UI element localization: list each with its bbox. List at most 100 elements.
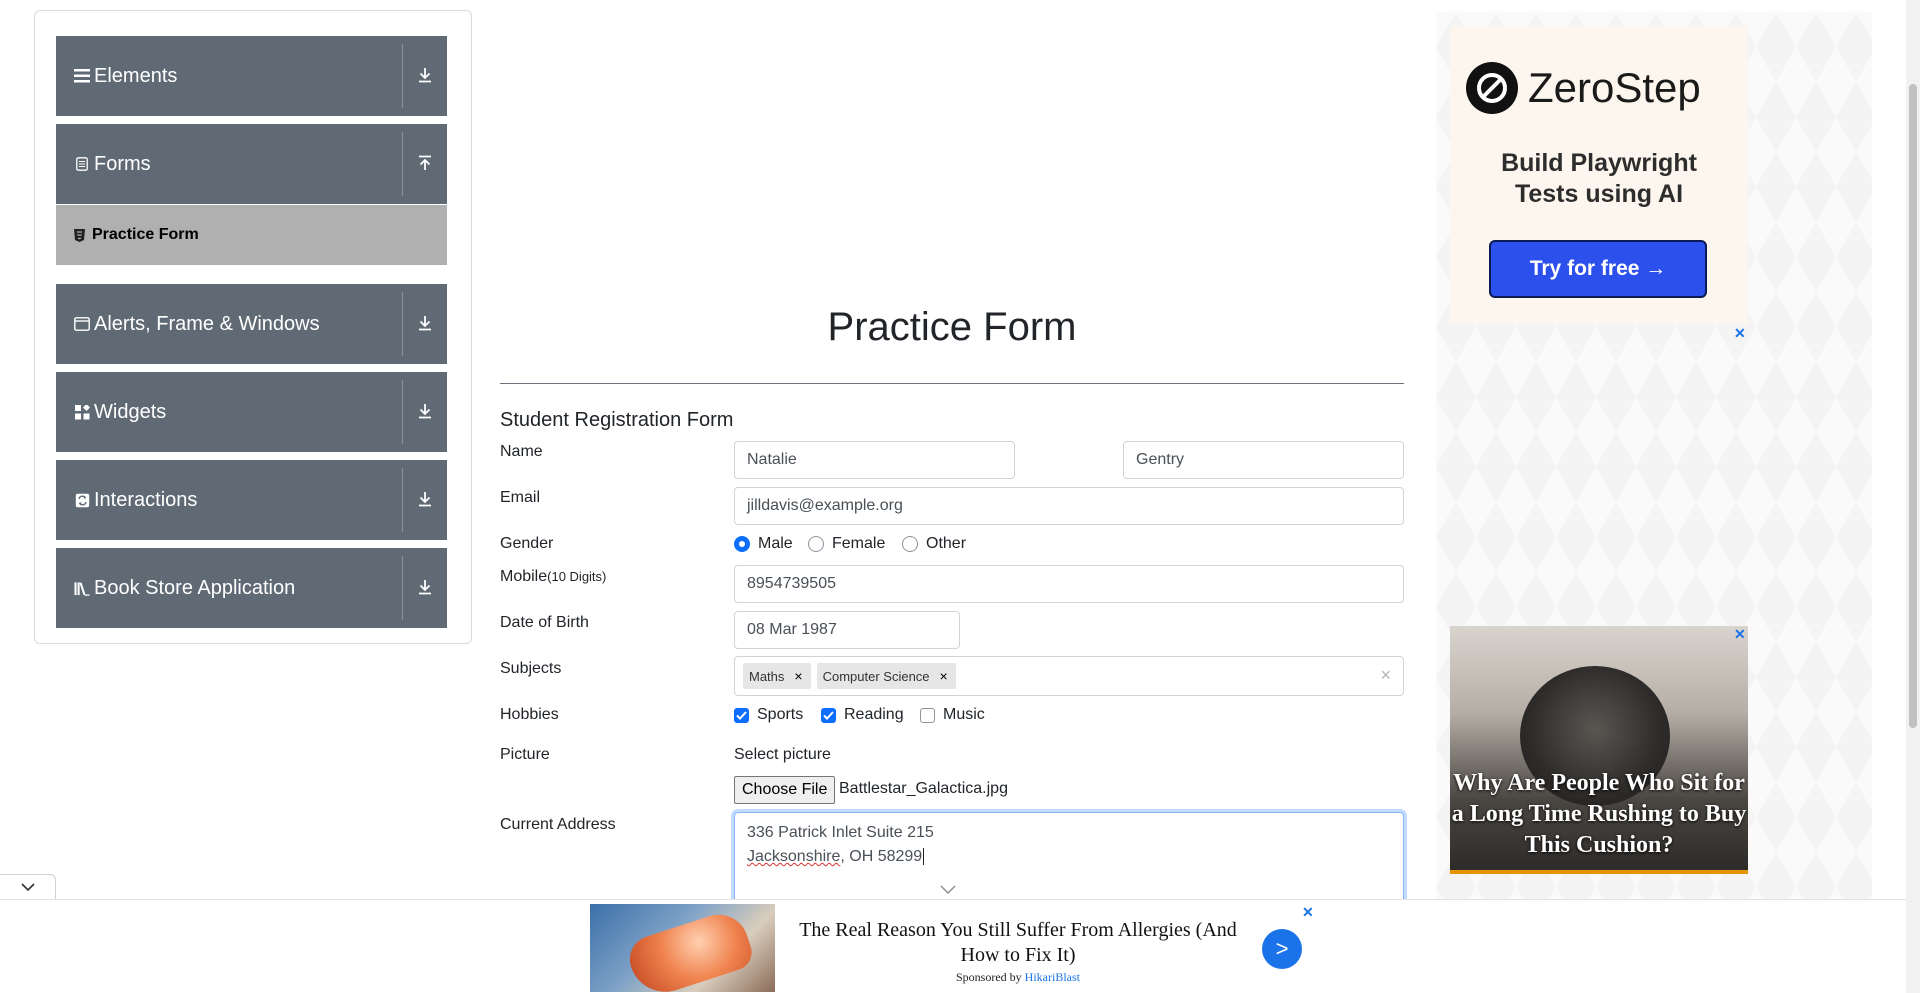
sidebar-item-practice-form[interactable]: Practice Form [56, 205, 447, 265]
divider [402, 556, 403, 620]
sidebar-group-label: Forms [94, 152, 151, 175]
hobbies-label: Hobbies [500, 706, 559, 723]
divider [402, 292, 403, 356]
zerostep-logo: ZeroStep [1466, 62, 1701, 114]
checkbox-label: Reading [844, 706, 904, 723]
close-icon[interactable]: ✕ [1302, 904, 1314, 921]
cushion-ad[interactable]: Why Are People Who Sit for a Long Time R… [1450, 626, 1748, 874]
gender-radio-male[interactable]: Male [734, 535, 793, 553]
hobby-checkbox-sports[interactable]: Sports [734, 706, 803, 724]
allergy-ad-image [590, 904, 775, 992]
scrollbar-thumb[interactable] [1909, 84, 1917, 728]
mobile-label: Mobile(10 Digits) [500, 568, 607, 585]
subject-chip-label: Computer Science [822, 668, 930, 684]
subject-chip-label: Maths [749, 668, 785, 684]
email-label: Email [500, 489, 541, 506]
chevron-down-icon [940, 882, 956, 900]
dob-label: Date of Birth [500, 614, 589, 631]
checkbox-label: Sports [757, 706, 804, 723]
sidebar-group-book-store[interactable]: Book Store Application [56, 548, 447, 628]
zerostep-logo-icon [1466, 62, 1518, 114]
subject-chip: Computer Science × [816, 663, 956, 689]
sidebar-group-elements[interactable]: Elements [56, 36, 447, 116]
sidebar-item-label: Practice Form [92, 226, 199, 243]
radio-label: Male [758, 535, 793, 552]
checkbox-unchecked-icon [920, 707, 935, 723]
checkbox-checked-icon [821, 707, 836, 723]
mobile-input[interactable]: 8954739505 [734, 565, 1404, 603]
upload-icon[interactable] [413, 150, 437, 176]
gender-radio-female[interactable]: Female [808, 535, 885, 553]
widgets-icon [74, 404, 90, 420]
current-address-textarea[interactable]: 336 Patrick Inlet Suite 215 Jacksonshire… [734, 812, 1404, 912]
zerostep-tagline: Build Playwright Tests using AI [1501, 149, 1697, 208]
remove-icon[interactable]: × [936, 668, 956, 684]
subjects-input[interactable]: Maths × Computer Science × × [734, 656, 1404, 696]
sidebar-group-interactions[interactable]: Interactions [56, 460, 447, 540]
choose-file-button[interactable]: Choose File [734, 776, 836, 804]
select-picture-label: Select picture [734, 746, 831, 763]
sidebar-group-label: Book Store Application [94, 576, 296, 599]
gender-radio-other[interactable]: Other [902, 535, 966, 553]
divider [402, 468, 403, 532]
checkbox-label: Music [943, 706, 985, 723]
sidebar-group-label: Alerts, Frame & Windows [94, 312, 320, 335]
try-for-free-button[interactable]: Try for free → [1489, 240, 1707, 298]
page-title: Practice Form [827, 305, 1077, 349]
gender-label: Gender [500, 535, 554, 552]
hobby-checkbox-music[interactable]: Music [920, 706, 985, 724]
page-scrollbar[interactable] [1906, 0, 1920, 993]
download-icon[interactable] [413, 398, 437, 424]
sidebar-group-label: Elements [94, 64, 178, 87]
sidebar-group-label: Widgets [94, 400, 167, 423]
checkbox-checked-icon [734, 707, 749, 723]
mobile-hint: (10 Digits) [547, 569, 607, 584]
download-icon[interactable] [413, 62, 437, 88]
close-icon[interactable]: ✕ [1734, 325, 1746, 342]
hobby-checkbox-reading[interactable]: Reading [821, 706, 904, 724]
divider [500, 383, 1404, 384]
selected-file-name: Battlestar_Galactica.jpg [839, 780, 1008, 797]
sponsor-link[interactable]: HikariBlast [1025, 970, 1080, 984]
subject-chip: Maths × [743, 663, 811, 689]
zerostep-ad[interactable]: ZeroStep Build Playwright Tests using AI… [1450, 26, 1748, 324]
remove-icon[interactable]: × [790, 668, 810, 684]
radio-label: Other [926, 535, 967, 552]
radio-selected-icon [734, 536, 750, 552]
divider [402, 132, 403, 196]
dob-input[interactable]: 08 Mar 1987 [734, 611, 960, 649]
address-label: Current Address [500, 816, 616, 833]
chevron-down-icon [20, 882, 35, 891]
clear-icon[interactable]: × [1380, 665, 1391, 686]
interactions-icon [74, 492, 90, 508]
email-input[interactable]: jilldavis@example.org [734, 487, 1404, 525]
bottom-ad-go-button[interactable]: > [1262, 929, 1302, 969]
close-icon[interactable]: ✕ [1734, 626, 1746, 643]
divider [402, 44, 403, 108]
radio-unselected-icon [902, 536, 918, 552]
collapse-ad-button[interactable] [0, 874, 56, 900]
address-line-1: 336 Patrick Inlet Suite 215 [747, 824, 934, 841]
subjects-label: Subjects [500, 660, 562, 677]
bottom-ad-banner[interactable]: The Real Reason You Still Suffer From Al… [0, 899, 1906, 993]
divider [402, 380, 403, 444]
zerostep-brand: ZeroStep [1528, 64, 1701, 111]
sidebar-group-alerts[interactable]: Alerts, Frame & Windows [56, 284, 447, 364]
address-line-2: Jacksonshire, OH 58299 [747, 848, 925, 865]
sidebar-group-widgets[interactable]: Widgets [56, 372, 447, 452]
last-name-input[interactable]: Gentry [1123, 441, 1404, 479]
download-icon[interactable] [413, 574, 437, 600]
ad-accent-bar [1450, 870, 1748, 874]
document-icon [74, 156, 90, 172]
first-name-input[interactable]: Natalie [734, 441, 1015, 479]
sidebar-group-forms[interactable]: Forms [56, 124, 447, 204]
bottom-ad-headline[interactable]: The Real Reason You Still Suffer From Al… [788, 918, 1248, 968]
download-icon[interactable] [413, 486, 437, 512]
form-heading: Student Registration Form [500, 409, 734, 431]
name-label: Name [500, 443, 543, 460]
hamburger-icon [74, 68, 90, 84]
radio-unselected-icon [808, 536, 824, 552]
picture-label: Picture [500, 746, 550, 763]
books-icon [74, 580, 90, 596]
download-icon[interactable] [413, 310, 437, 336]
